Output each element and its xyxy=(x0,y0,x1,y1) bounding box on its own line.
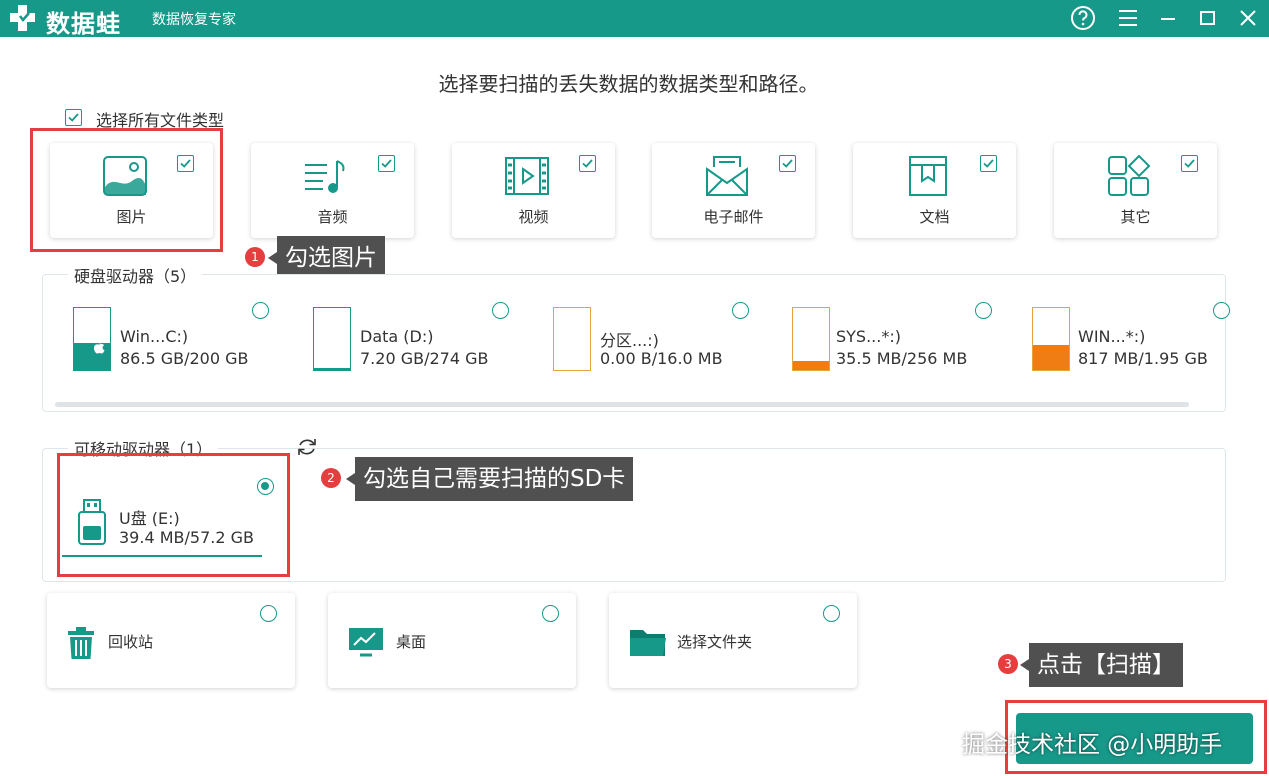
file-type-label-document: 文档 xyxy=(919,208,950,226)
location-recycle-bin[interactable]: 回收站 xyxy=(47,593,295,688)
page-heading: 选择要扫描的丢失数据的数据类型和路径。 xyxy=(438,72,819,96)
drive-usage-fill xyxy=(1033,344,1069,370)
file-type-card-audio[interactable]: 音频 xyxy=(251,143,414,238)
location-label: 回收站 xyxy=(108,633,154,651)
drive-name: Data (D:) xyxy=(360,327,434,346)
drive-radio-d[interactable] xyxy=(492,302,509,319)
minimize-icon[interactable] xyxy=(1154,4,1182,32)
annotation-badge-1: 1 xyxy=(245,247,265,267)
drive-partition[interactable]: 分区...:) 0.00 B/16.0 MB xyxy=(553,307,783,373)
drive-size: 0.00 B/16.0 MB xyxy=(600,349,723,368)
annotation-badge-3: 3 xyxy=(998,654,1018,674)
file-type-card-document[interactable]: 文档 xyxy=(853,143,1016,238)
refresh-icon[interactable] xyxy=(295,435,319,459)
apple-logo-icon xyxy=(94,341,105,354)
location-radio-desktop[interactable] xyxy=(542,605,559,622)
annotation-highlight-2 xyxy=(57,453,290,577)
maximize-icon[interactable] xyxy=(1194,4,1222,32)
file-type-label-audio: 音频 xyxy=(317,208,348,226)
file-type-card-video[interactable]: 视频 xyxy=(452,143,615,238)
hard-drive-section-title: 硬盘驱动器（5） xyxy=(68,263,203,287)
app-logo-icon xyxy=(10,5,35,31)
title-bar: 数据蛙 数据恢复专家 xyxy=(0,0,1269,38)
file-type-checkbox-audio[interactable] xyxy=(378,155,395,172)
folder-icon xyxy=(630,630,666,656)
drive-size: 7.20 GB/274 GB xyxy=(360,349,489,368)
watermark-text: 掘金技术社区 @小明助手 xyxy=(962,732,1223,758)
drive-name: Win...C:) xyxy=(120,327,189,346)
drive-win[interactable]: WIN...*:) 817 MB/1.95 GB xyxy=(1032,307,1262,373)
recycle-bin-icon xyxy=(68,627,94,659)
drive-size: 86.5 GB/200 GB xyxy=(120,349,249,368)
file-type-label-video: 视频 xyxy=(518,208,549,226)
drive-radio-sys[interactable] xyxy=(975,302,992,319)
location-label: 选择文件夹 xyxy=(677,633,753,651)
drive-usage-fill xyxy=(314,368,350,370)
document-icon xyxy=(909,156,947,196)
drive-usage-bar xyxy=(313,307,351,371)
annotation-callout-3: 点击【扫描】 xyxy=(1020,643,1183,687)
annotation-callout-2: 勾选自己需要扫描的SD卡 xyxy=(345,457,634,501)
help-icon[interactable] xyxy=(1069,4,1097,32)
drive-radio-partition[interactable] xyxy=(732,302,749,319)
location-radio-recycle-bin[interactable] xyxy=(260,605,277,622)
annotation-badge-2: 2 xyxy=(321,468,341,488)
drive-radio-c[interactable] xyxy=(252,302,269,319)
drive-usage-bar xyxy=(792,307,830,371)
desktop-icon xyxy=(349,628,383,657)
location-select-folder[interactable]: 选择文件夹 xyxy=(609,593,857,688)
file-type-card-other[interactable]: 其它 xyxy=(1054,143,1217,238)
drive-usage-bar xyxy=(553,307,591,371)
drive-list-scrollbar[interactable] xyxy=(55,402,1189,407)
drive-size: 817 MB/1.95 GB xyxy=(1078,349,1208,368)
app-brand: 数据蛙 xyxy=(46,10,121,38)
drive-name: WIN...*:) xyxy=(1078,327,1146,346)
drive-c[interactable]: Win...C:) 86.5 GB/200 GB xyxy=(73,307,303,373)
drive-name: 分区...:) xyxy=(600,331,659,350)
drive-usage-bar xyxy=(1032,307,1070,371)
drive-d[interactable]: Data (D:) 7.20 GB/274 GB xyxy=(313,307,543,373)
video-icon xyxy=(505,157,549,195)
file-type-card-email[interactable]: 电子邮件 xyxy=(652,143,815,238)
file-type-checkbox-email[interactable] xyxy=(779,155,796,172)
email-icon xyxy=(706,156,748,196)
drive-name: SYS...*:) xyxy=(836,327,901,346)
file-type-label-other: 其它 xyxy=(1120,208,1151,226)
file-type-checkbox-video[interactable] xyxy=(579,155,596,172)
drive-usage-fill xyxy=(793,361,829,370)
file-type-checkbox-other[interactable] xyxy=(1181,155,1198,172)
menu-icon[interactable] xyxy=(1114,4,1142,32)
drive-usage-bar xyxy=(73,307,111,371)
music-icon xyxy=(305,160,345,193)
file-type-checkbox-document[interactable] xyxy=(980,155,997,172)
close-icon[interactable] xyxy=(1234,4,1262,32)
file-type-label-email: 电子邮件 xyxy=(703,208,764,226)
app-subtitle: 数据恢复专家 xyxy=(152,12,236,28)
location-desktop[interactable]: 桌面 xyxy=(328,593,576,688)
location-radio-folder[interactable] xyxy=(823,605,840,622)
other-icon xyxy=(1108,155,1151,196)
select-all-checkbox[interactable] xyxy=(65,109,82,126)
drive-radio-win[interactable] xyxy=(1213,302,1230,319)
location-label: 桌面 xyxy=(396,633,427,651)
annotation-highlight-1 xyxy=(30,128,223,252)
drive-size: 35.5 MB/256 MB xyxy=(836,349,968,368)
